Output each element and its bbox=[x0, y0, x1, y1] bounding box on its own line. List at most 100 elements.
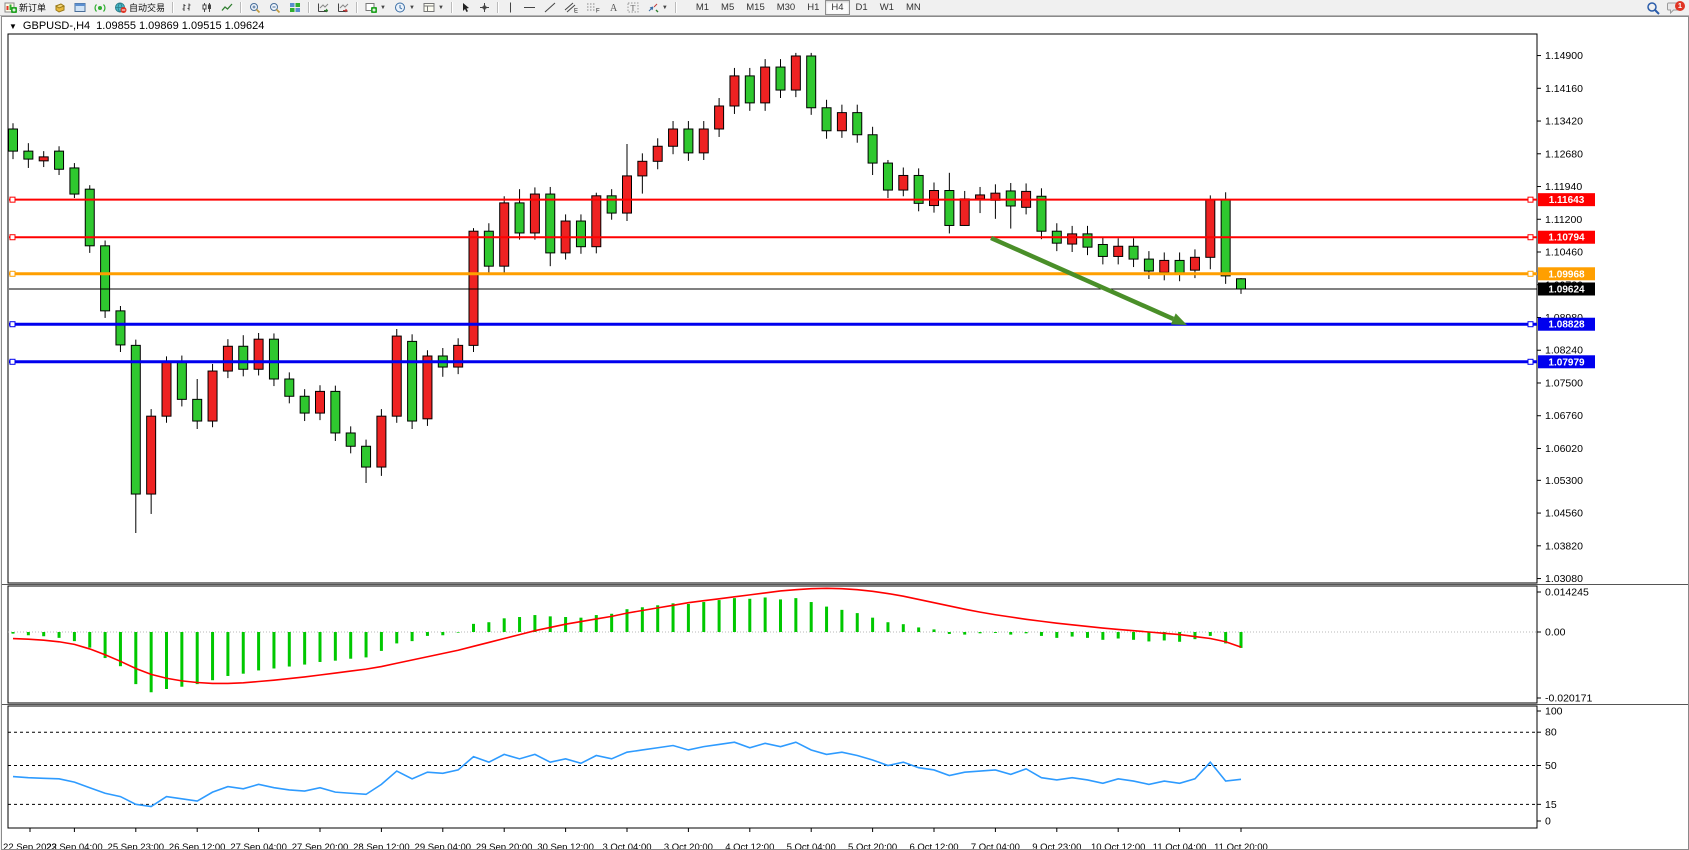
timeframe-m15[interactable]: M15 bbox=[740, 0, 770, 15]
hline-right-handle[interactable] bbox=[1528, 271, 1533, 276]
market-watch-icon bbox=[54, 2, 66, 13]
candle-body bbox=[193, 399, 202, 421]
data-window-button[interactable] bbox=[70, 0, 90, 15]
timeframe-m1[interactable]: M1 bbox=[690, 0, 715, 15]
hline-left-handle[interactable] bbox=[10, 271, 15, 276]
equidistant-channel-tool[interactable]: E bbox=[560, 0, 582, 15]
fibonacci-icon: F bbox=[586, 2, 600, 13]
new-order-button[interactable]: 新订单 bbox=[0, 0, 50, 15]
time-axis-label: 4 Oct 12:00 bbox=[725, 842, 774, 849]
hline-left-handle[interactable] bbox=[10, 322, 15, 327]
tile-windows-icon bbox=[289, 2, 301, 13]
periods-dropdown[interactable]: ▼ bbox=[390, 0, 419, 15]
autotrade-icon bbox=[114, 2, 127, 13]
autotrade-button[interactable]: 自动交易 bbox=[110, 0, 169, 15]
auto-scroll-button[interactable] bbox=[333, 0, 353, 15]
hline-right-handle[interactable] bbox=[1528, 322, 1533, 327]
timeframe-h4[interactable]: H4 bbox=[825, 0, 849, 15]
candle-body bbox=[791, 56, 800, 90]
scroll-to-end-icon bbox=[317, 2, 329, 13]
candle-body bbox=[1098, 244, 1107, 256]
text-label-icon: T bbox=[627, 2, 639, 13]
candle-body bbox=[147, 416, 156, 494]
hline-left-handle[interactable] bbox=[10, 359, 15, 364]
candle-body bbox=[638, 161, 647, 176]
toolbar-separator bbox=[451, 2, 453, 13]
text-label-tool[interactable]: T bbox=[623, 0, 643, 15]
bars-chart-button[interactable] bbox=[177, 0, 197, 15]
candle-body bbox=[1083, 234, 1092, 247]
timeframe-w1[interactable]: W1 bbox=[874, 0, 900, 15]
time-axis-label: 3 Oct 20:00 bbox=[664, 842, 713, 849]
price-tag-label: 1.11643 bbox=[1549, 195, 1585, 206]
price-tag-label: 1.07979 bbox=[1548, 357, 1585, 368]
rsi-axis-label: 100 bbox=[1545, 706, 1563, 718]
price-tick-label: 1.04560 bbox=[1545, 508, 1583, 520]
tile-windows-button[interactable] bbox=[285, 0, 305, 15]
new-chart-icon bbox=[365, 2, 377, 13]
candle-body bbox=[423, 356, 432, 419]
crosshair-tool-button[interactable] bbox=[475, 0, 494, 15]
search-icon[interactable] bbox=[1646, 1, 1661, 15]
zoom-in-button[interactable] bbox=[245, 0, 265, 15]
candles-chart-button[interactable] bbox=[197, 0, 217, 15]
timeframe-mn[interactable]: MN bbox=[900, 0, 927, 15]
shapes-dropdown[interactable]: ▼ bbox=[643, 0, 672, 15]
candle-body bbox=[131, 345, 140, 494]
main-pane bbox=[8, 34, 1537, 583]
vertical-line-tool[interactable] bbox=[502, 0, 519, 15]
hline-right-handle[interactable] bbox=[1528, 197, 1533, 202]
candle-body bbox=[945, 191, 954, 226]
candle-body bbox=[300, 396, 309, 413]
time-axis-label: 27 Sep 20:00 bbox=[292, 842, 349, 849]
candle-body bbox=[162, 361, 171, 416]
horizontal-line-icon bbox=[523, 2, 536, 13]
chart-window: ▼ GBPUSD-,H4 1.09855 1.09869 1.09515 1.0… bbox=[1, 16, 1689, 850]
price-tag-label: 1.09624 bbox=[1548, 285, 1585, 296]
dropdown-caret: ▼ bbox=[662, 5, 668, 11]
toolbar-separator bbox=[356, 2, 358, 13]
notifications-button[interactable]: 1 bbox=[1667, 1, 1683, 15]
dropdown-caret: ▼ bbox=[380, 5, 386, 11]
timeframe-h1[interactable]: H1 bbox=[801, 0, 825, 15]
candle-body bbox=[1129, 246, 1138, 259]
timeframe-m5[interactable]: M5 bbox=[715, 0, 740, 15]
price-tick-label: 1.06020 bbox=[1545, 443, 1583, 455]
crosshair-icon bbox=[479, 2, 490, 13]
timeframe-m30[interactable]: M30 bbox=[771, 0, 801, 15]
hline-left-handle[interactable] bbox=[10, 197, 15, 202]
rsi-axis-label: 0 bbox=[1545, 816, 1551, 828]
candle-body bbox=[576, 221, 585, 247]
equidistant-channel-icon: E bbox=[564, 2, 578, 13]
candle-body bbox=[39, 157, 48, 161]
candle-body bbox=[730, 76, 739, 106]
line-chart-icon bbox=[221, 2, 233, 13]
market-watch-button[interactable] bbox=[50, 0, 70, 15]
text-tool[interactable]: A bbox=[604, 0, 623, 15]
scroll-to-end-button[interactable] bbox=[313, 0, 333, 15]
time-axis-label: 11 Oct 20:00 bbox=[1214, 842, 1268, 849]
rsi-axis-label: 15 bbox=[1545, 799, 1557, 811]
candle-body bbox=[9, 129, 18, 151]
toolbar-separator bbox=[497, 2, 499, 13]
hline-right-handle[interactable] bbox=[1528, 235, 1533, 240]
hline-left-handle[interactable] bbox=[10, 235, 15, 240]
navigator-button[interactable] bbox=[90, 0, 110, 15]
templates-dropdown[interactable]: ▼ bbox=[419, 0, 448, 15]
candle-body bbox=[285, 379, 294, 396]
candle-body bbox=[715, 106, 724, 129]
time-axis-label: 7 Oct 04:00 bbox=[971, 842, 1020, 849]
cursor-tool-button[interactable] bbox=[456, 0, 475, 15]
fibonacci-tool[interactable]: F bbox=[582, 0, 604, 15]
hline-right-handle[interactable] bbox=[1528, 359, 1533, 364]
horizontal-line-tool[interactable] bbox=[519, 0, 540, 15]
trendline-tool[interactable] bbox=[540, 0, 560, 15]
timeframe-d1[interactable]: D1 bbox=[850, 0, 874, 15]
vertical-line-icon bbox=[506, 2, 515, 13]
candle-body bbox=[239, 346, 248, 369]
macd-pane bbox=[8, 586, 1537, 703]
new-chart-dropdown[interactable]: ▼ bbox=[361, 0, 390, 15]
line-chart-button[interactable] bbox=[217, 0, 237, 15]
zoom-out-button[interactable] bbox=[265, 0, 285, 15]
cursor-icon bbox=[460, 2, 471, 13]
